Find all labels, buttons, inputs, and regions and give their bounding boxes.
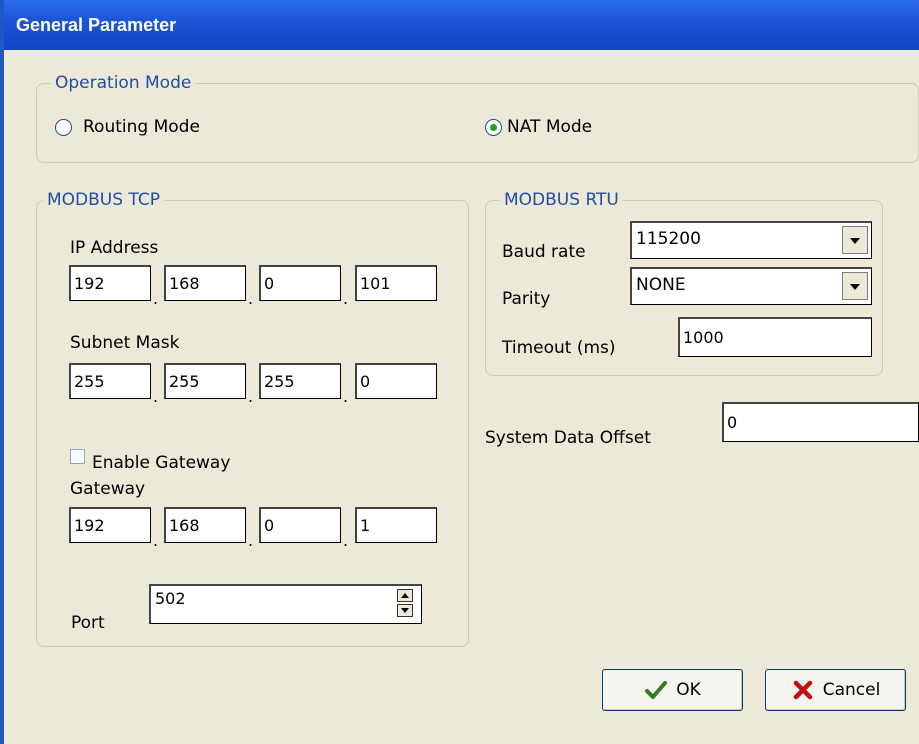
nat-mode-radio[interactable] (485, 119, 502, 136)
port-spinner[interactable]: 502 (149, 584, 422, 624)
gateway-dot-1: . (153, 531, 159, 550)
ip-octet-1[interactable] (69, 265, 151, 301)
gateway-octet-1[interactable] (69, 507, 151, 543)
baud-rate-label: Baud rate (502, 242, 586, 262)
checkmark-icon (645, 681, 668, 699)
gateway-octet-4[interactable] (355, 507, 437, 543)
modbus-tcp-legend: MODBUS TCP (43, 190, 164, 210)
ip-dot-3: . (343, 289, 349, 308)
enable-gateway-label[interactable]: Enable Gateway (92, 453, 230, 473)
general-parameter-dialog: General Parameter Operation Mode Routing… (0, 0, 919, 744)
ip-address-label: IP Address (70, 238, 159, 258)
subnet-octet-3[interactable] (259, 363, 341, 399)
gateway-octet-3[interactable] (259, 507, 341, 543)
ip-octet-4[interactable] (355, 265, 437, 301)
subnet-octet-2[interactable] (164, 363, 246, 399)
subnet-octet-1[interactable] (69, 363, 151, 399)
chevron-down-icon[interactable] (842, 226, 868, 254)
baud-rate-select[interactable]: 115200 (630, 221, 872, 259)
subnet-dot-1: . (153, 387, 159, 406)
spin-down-icon[interactable] (397, 604, 413, 617)
ip-octet-3[interactable] (259, 265, 341, 301)
spin-up-icon[interactable] (397, 589, 413, 602)
system-data-offset-label: System Data Offset (485, 428, 651, 448)
system-data-offset-input[interactable] (722, 402, 919, 442)
enable-gateway-checkbox[interactable] (70, 449, 85, 464)
subnet-dot-2: . (248, 387, 254, 406)
gateway-label: Gateway (70, 479, 146, 499)
timeout-label: Timeout (ms) (502, 338, 616, 358)
ok-button-label: OK (676, 680, 701, 700)
parity-value: NONE (636, 275, 686, 295)
cancel-button[interactable]: Cancel (765, 669, 906, 711)
nat-mode-label[interactable]: NAT Mode (507, 117, 592, 137)
chevron-down-icon[interactable] (842, 272, 868, 300)
routing-mode-label[interactable]: Routing Mode (83, 117, 200, 137)
subnet-dot-3: . (343, 387, 349, 406)
port-label: Port (71, 613, 105, 633)
modbus-tcp-group: MODBUS TCP IP Address . . . Subnet Mask … (36, 190, 469, 647)
gateway-octet-2[interactable] (164, 507, 246, 543)
subnet-mask-label: Subnet Mask (70, 333, 180, 353)
operation-mode-legend: Operation Mode (51, 73, 196, 93)
window-title: General Parameter (4, 0, 919, 50)
ip-dot-2: . (248, 289, 254, 308)
baud-rate-value: 115200 (636, 229, 701, 249)
ok-button[interactable]: OK (602, 669, 743, 711)
timeout-input[interactable] (678, 317, 872, 357)
ip-octet-2[interactable] (164, 265, 246, 301)
gateway-dot-3: . (343, 531, 349, 550)
x-icon (793, 680, 812, 700)
port-value[interactable]: 502 (155, 589, 186, 608)
routing-mode-radio[interactable] (55, 119, 72, 136)
port-spin-buttons[interactable] (397, 589, 415, 619)
ip-dot-1: . (153, 289, 159, 308)
cancel-button-label: Cancel (822, 680, 881, 700)
subnet-octet-4[interactable] (355, 363, 437, 399)
parity-label: Parity (502, 289, 551, 309)
parity-select[interactable]: NONE (630, 267, 872, 305)
operation-mode-group: Operation Mode Routing Mode NAT Mode (36, 73, 919, 163)
modbus-rtu-group: MODBUS RTU Baud rate 115200 Parity NONE … (485, 190, 883, 376)
gateway-dot-2: . (248, 531, 254, 550)
modbus-rtu-legend: MODBUS RTU (500, 190, 623, 210)
